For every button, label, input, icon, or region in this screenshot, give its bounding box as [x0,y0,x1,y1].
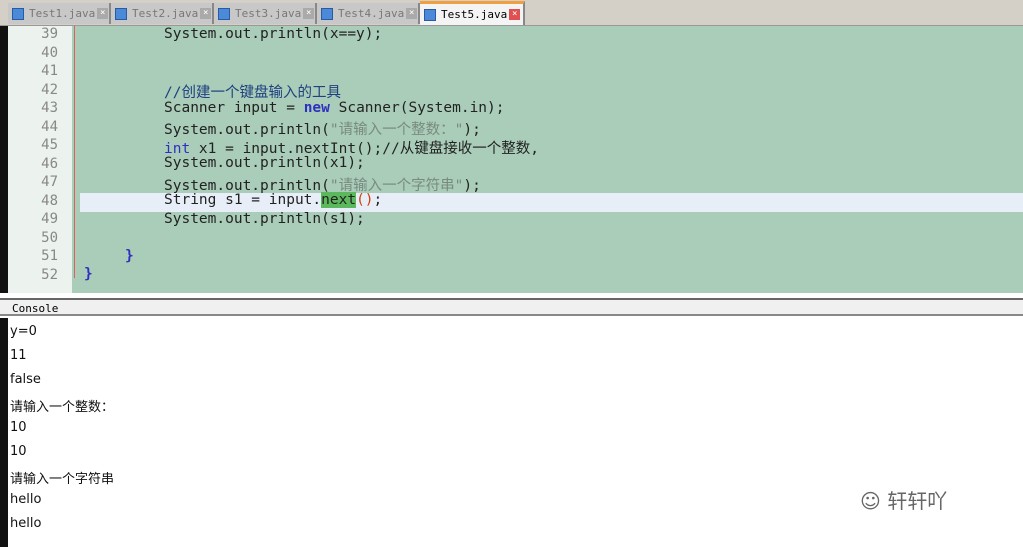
line-number: 43 [41,100,58,116]
line-number: 52 [41,266,58,283]
wechat-icon: ☺ [860,489,888,513]
code-line-52: } [84,266,93,282]
line-number: 50 [41,229,58,246]
java-file-icon [321,7,333,20]
java-file-icon [218,7,230,20]
console-line: 10 [10,420,27,435]
tab-test3[interactable]: Test3.java × [214,3,317,24]
code-line-48: String s1 = input.next(); [164,192,383,208]
tab-label: Test1.java [29,7,96,20]
tab-test2[interactable]: Test2.java × [111,3,214,24]
close-icon[interactable]: × [97,8,109,19]
code-line-44: System.out.println("请输入一个整数："); [164,122,481,138]
line-number: 48 [41,192,58,209]
tab-label: Test4.java [338,7,405,20]
line-number: 47 [41,174,58,190]
line-number: 41 [41,63,58,79]
line-number: 40 [41,44,58,61]
line-number: 45 [41,137,58,153]
code-line-46: System.out.println(x1); [164,155,365,171]
close-icon[interactable]: × [509,9,521,20]
console-line: y=0 [10,324,37,339]
fold-line [74,26,75,278]
close-icon[interactable]: × [200,8,212,19]
code-line-49: System.out.println(s1); [164,211,365,227]
editor-tab-bar: Test1.java × Test2.java × Test3.java × Test… [0,0,1023,26]
line-number: 49 [41,211,58,227]
tab-label: Test2.java [132,7,199,20]
tab-label: Test3.java [235,7,302,20]
console-line: 10 [10,444,27,459]
java-file-icon [12,7,24,20]
console-line: hello [10,516,42,531]
line-number: 39 [41,26,58,42]
java-file-icon [115,7,127,20]
line-number: 44 [41,118,58,135]
line-number: 42 [41,81,58,98]
console-line: false [10,372,41,387]
tab-test4[interactable]: Test4.java × [317,3,420,24]
watermark: ☺ 轩轩吖 [860,489,948,513]
tab-test1[interactable]: Test1.java × [8,3,111,24]
console-line: 请输入一个字符串 [10,472,115,487]
code-line-51: } [125,248,134,264]
console-line: 11 [10,348,27,363]
code-line-39: System.out.println(x==y); [164,26,383,42]
line-number: 46 [41,155,58,172]
code-line-43: Scanner input = new Scanner(System.in); [164,100,505,116]
tab-test5[interactable]: Test5.java × [420,1,525,25]
code-line-42: //创建一个键盘输入的工具 [164,85,341,101]
line-number: 51 [41,248,58,264]
java-file-icon [424,8,436,21]
close-icon[interactable]: × [303,8,315,19]
code-editor[interactable]: 39 40 41 42 43 44 45 46 47 48 49 50 51 52 System.out.… [0,26,1023,293]
console-line: hello [10,492,42,507]
console-tab[interactable]: Console [0,298,1023,316]
close-icon[interactable]: × [406,8,418,19]
console-line: 请输入一个整数： [10,400,115,415]
tab-label: Test5.java [441,8,508,21]
